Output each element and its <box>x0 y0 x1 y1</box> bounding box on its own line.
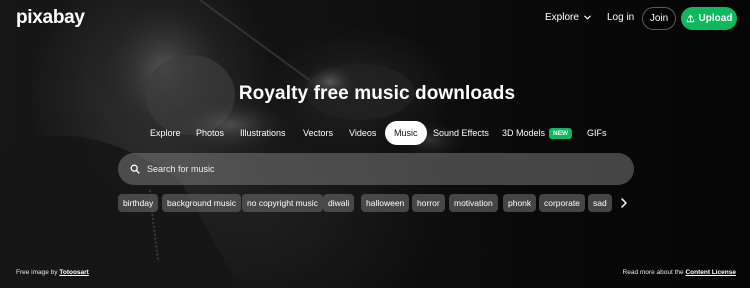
tab-explore[interactable]: Explore <box>150 121 181 145</box>
search-bar[interactable] <box>118 153 634 185</box>
chip-birthday[interactable]: birthday <box>118 194 159 212</box>
chip-halloween[interactable]: halloween <box>361 194 410 212</box>
tab-label: Music <box>394 128 418 138</box>
page-headline: Royalty free music downloads <box>238 83 516 104</box>
pixabay-logo[interactable]: pixabay <box>16 7 85 29</box>
upload-icon <box>686 14 694 23</box>
tab-label: Explore <box>150 128 181 138</box>
image-credit: Free image by Totoosart <box>16 269 89 276</box>
tab-label: Vectors <box>303 128 334 138</box>
tab-label: GIFs <box>587 128 607 138</box>
explore-label: Explore <box>545 12 579 23</box>
chip-background-music[interactable]: background music <box>162 194 241 212</box>
tab-photos[interactable]: Photos <box>196 121 224 145</box>
upload-label: Upload <box>698 13 733 24</box>
chip-corporate[interactable]: corporate <box>539 194 585 212</box>
chip-sad[interactable]: sad <box>588 194 612 212</box>
tab-gifs[interactable]: GIFs <box>587 121 607 145</box>
tab-illustrations[interactable]: Illustrations <box>240 121 286 145</box>
explore-menu[interactable]: Explore <box>545 12 592 23</box>
new-badge: NEW <box>549 128 573 139</box>
chip-horror[interactable]: horror <box>412 194 445 212</box>
tab-label: Sound Effects <box>433 128 489 138</box>
suggestion-chips: birthday background music no copyright m… <box>118 194 638 212</box>
tab-label: 3D Models <box>502 128 546 138</box>
login-link[interactable]: Log in <box>607 12 634 23</box>
tab-label: Illustrations <box>240 128 286 138</box>
join-label: Join <box>649 13 669 24</box>
chevron-down-icon <box>584 15 591 20</box>
tab-sound-effects[interactable]: Sound Effects <box>433 121 489 145</box>
license-prefix: Read more about the <box>622 269 684 276</box>
tab-label: Videos <box>349 128 377 138</box>
search-icon <box>130 164 140 174</box>
chip-diwali[interactable]: diwali <box>323 194 355 212</box>
search-input[interactable] <box>147 164 617 174</box>
tab-music[interactable]: Music <box>385 121 427 145</box>
category-tabs: Explore Photos Illustrations Vectors Vid… <box>0 121 750 145</box>
upload-button[interactable]: Upload <box>681 7 737 30</box>
tab-3d-models[interactable]: 3D Models NEW <box>502 121 573 145</box>
credit-author-link[interactable]: Totoosart <box>59 269 89 276</box>
chip-phonk[interactable]: phonk <box>503 194 537 212</box>
tab-label: Photos <box>196 128 225 138</box>
license-notice: Read more about the Content License <box>623 269 736 276</box>
tab-videos[interactable]: Videos <box>349 121 376 145</box>
chip-motivation[interactable]: motivation <box>449 194 498 212</box>
credit-prefix: Free image by <box>16 269 58 276</box>
tab-vectors[interactable]: Vectors <box>303 121 333 145</box>
chip-no-copyright-music[interactable]: no copyright music <box>242 194 323 212</box>
content-license-link[interactable]: Content License <box>685 269 736 276</box>
chevron-right-icon[interactable] <box>618 196 630 210</box>
join-button[interactable]: Join <box>642 7 676 30</box>
